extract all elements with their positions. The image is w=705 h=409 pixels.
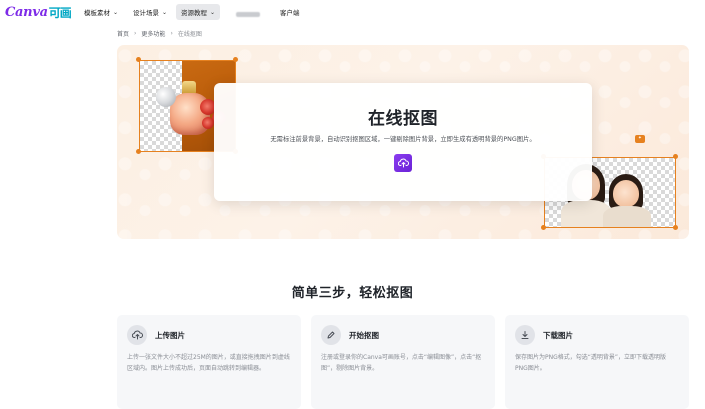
chevron-down-icon: ⌄ — [113, 8, 119, 16]
crop-handle — [136, 149, 141, 154]
nav-item-label: 模板素材 — [84, 9, 110, 17]
crop-handle — [541, 225, 546, 230]
step-icon-badge — [321, 325, 341, 345]
step-description: 注册或登录你的Canva可画账号，点击“编辑图像”，点击“抠图”，剔除图片背景。 — [321, 354, 482, 372]
breadcrumb-separator: › — [170, 29, 173, 37]
step-title: 上传图片 — [155, 331, 185, 340]
hero-description: 无需标注前景背景，自动识别抠图区域，一键剔除图片背景，立即生成有透明背景的PNG… — [270, 136, 536, 143]
step-title: 下载图片 — [543, 331, 573, 340]
crop-handle — [136, 57, 141, 62]
rose-flower — [202, 117, 214, 129]
upload-button[interactable] — [394, 154, 412, 172]
nav-item-templates[interactable]: 模板素材 ⌄ — [84, 4, 118, 20]
nav-item-label: 设计场景 — [133, 9, 159, 17]
step-description: 保存图片为PNG格式，勾选“透明背景”，立即下载透明版PNG图片。 — [515, 354, 666, 372]
cutout-badge: ✦ — [635, 135, 645, 143]
kid-shirt — [603, 206, 651, 227]
perfume-ball — [156, 87, 176, 107]
nav-item-client[interactable]: 客户端 — [280, 4, 300, 20]
breadcrumb-more[interactable]: 更多功能 — [141, 29, 165, 38]
hero-banner: ✦ 在线抠图 无需标注前景背景，自动识别抠图区域，一键剔除图片背景，立即生成有透… — [117, 45, 689, 239]
nav-item-label: 资源教程 — [181, 9, 207, 17]
crop-handle — [673, 225, 678, 230]
crop-handle — [233, 57, 238, 62]
cloud-upload-icon — [131, 330, 143, 340]
crop-handle — [673, 154, 678, 159]
kid-face — [613, 180, 639, 207]
pencil-icon — [327, 331, 335, 339]
nav-item-resources[interactable]: 资源教程 ⌄ — [176, 4, 221, 20]
step-card-cutout: 开始抠图 注册或登录你的Canva可画账号，点击“编辑图像”，点击“抠图”，剔除… — [311, 315, 495, 409]
canva-logo[interactable]: Canva 可画 — [5, 4, 72, 20]
breadcrumb: 首页 › 更多功能 › 在线抠图 — [117, 28, 202, 38]
step-icon-badge — [127, 325, 147, 345]
step-title: 开始抠图 — [349, 331, 379, 340]
breadcrumb-current: 在线抠图 — [177, 30, 202, 38]
breadcrumb-home[interactable]: 首页 — [117, 29, 129, 38]
logo-cn-text: 可画 — [48, 5, 72, 20]
chevron-down-icon: ⌄ — [162, 8, 168, 16]
steps-section-title: 简单三步，轻松抠图 — [291, 286, 414, 301]
hero-card: 在线抠图 无需标注前景背景，自动识别抠图区域，一键剔除图片背景，立即生成有透明背… — [214, 83, 592, 201]
nav-item-label: 客户端 — [280, 9, 300, 17]
chevron-down-icon: ⌄ — [210, 8, 216, 16]
nav-item-design-scenes[interactable]: 设计场景 ⌄ — [133, 4, 167, 20]
step-card-upload: 上传图片 上传一张文件大小不超过25M的图片，或直接拖拽图片到虚线区域内。图片上… — [117, 315, 301, 409]
cloud-upload-icon — [397, 158, 409, 168]
top-nav: Canva 可画 模板素材 ⌄ 设计场景 ⌄ 资源教程 ⌄ 客户端 — [0, 0, 705, 25]
download-icon — [521, 331, 529, 339]
step-card-download: 下载图片 保存图片为PNG格式，勾选“透明背景”，立即下载透明版PNG图片。 — [505, 315, 689, 409]
logo-latin-text: Canva — [5, 4, 48, 20]
breadcrumb-separator: › — [134, 29, 137, 37]
nav-item-obscured — [236, 12, 260, 17]
page-title: 在线抠图 — [368, 109, 438, 129]
step-icon-badge — [515, 325, 535, 345]
step-description: 上传一张文件大小不超过25M的图片，或直接拖拽图片到虚线区域内。图片上传成功后，… — [127, 354, 290, 372]
